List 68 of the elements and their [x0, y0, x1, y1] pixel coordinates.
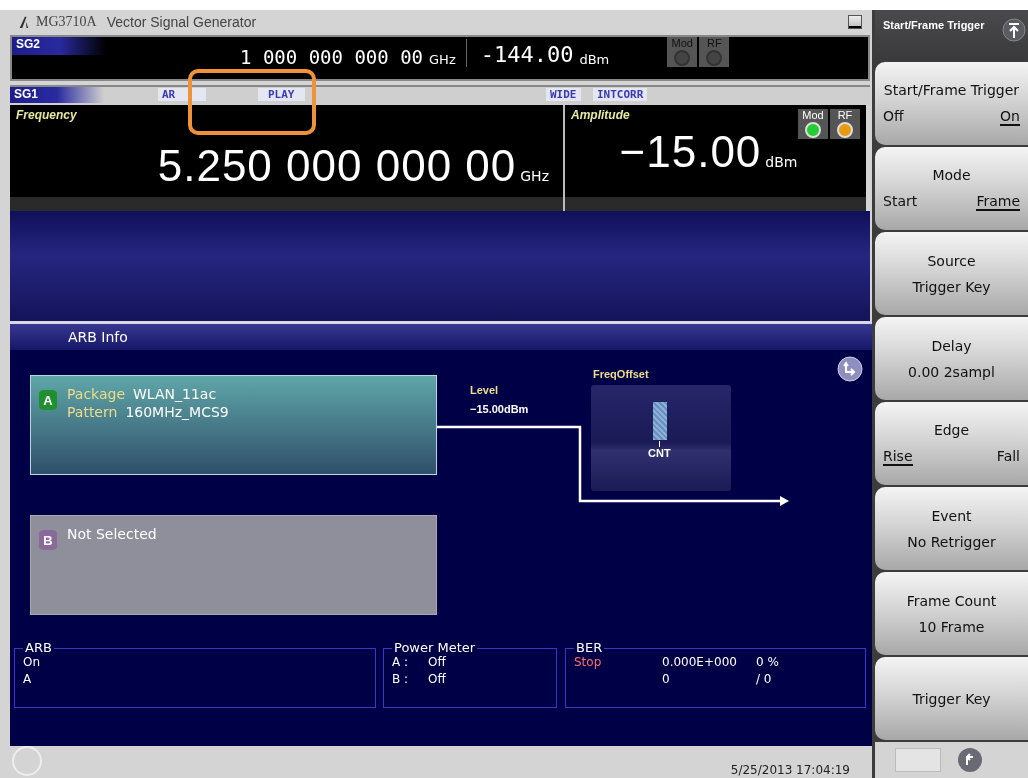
date-time: 5/25/2013 17:04:19	[730, 763, 850, 777]
softkey[interactable]: Frame Count 10 Frame	[875, 572, 1028, 655]
panel-label: Amplitude	[570, 106, 631, 124]
field-label: Package	[67, 386, 126, 402]
box-title: Power Meter	[392, 640, 478, 655]
marker-label: CNT	[648, 447, 671, 459]
summary-text: / 0	[756, 671, 772, 688]
top-icon[interactable]	[1002, 18, 1026, 42]
memory-card[interactable]: A Package WLAN_11ac Pattern 160MHz_MCS9	[30, 375, 437, 475]
field-value: WLAN_11ac	[133, 386, 217, 402]
summary-text: 0.000E+000	[662, 654, 738, 671]
busy-icon	[12, 746, 42, 776]
panel-label: Frequency	[15, 106, 78, 124]
summary-text: Stop	[574, 654, 603, 671]
logo-icon	[18, 15, 30, 30]
window-title: MG3710A	[36, 14, 97, 31]
softkey[interactable]: Delay 0.00 2sampl	[875, 317, 1028, 400]
indicator: RF	[699, 36, 730, 67]
menu-title: Start/Frame Trigger	[883, 19, 985, 31]
summary-text: B :	[392, 671, 410, 688]
freq-offset-label: FreqOffset	[593, 368, 649, 380]
indicator: RF	[830, 108, 860, 139]
summary-text: A	[23, 671, 32, 688]
softkey[interactable]: Mode Start Frame	[875, 147, 1028, 230]
softkey[interactable]: Trigger Key	[875, 657, 1028, 740]
box-title: ARB	[23, 640, 54, 655]
amplitude-unit: dBm	[579, 52, 610, 68]
frequency-value: 5.250 000 000 00	[157, 140, 517, 191]
level-label: Level	[470, 384, 499, 396]
frequency-unit: GHz	[429, 52, 456, 68]
amplitude-value: -144.00	[480, 42, 574, 68]
back-icon[interactable]	[957, 747, 983, 773]
field-label: Pattern	[67, 404, 118, 420]
memory-icon: A	[39, 390, 57, 410]
input-field[interactable]	[895, 748, 941, 772]
channel-label: SG2	[12, 36, 106, 55]
softkey[interactable]: Start/Frame Trigger Off On	[875, 62, 1028, 145]
summary-text: 0	[662, 671, 671, 688]
status-tag: WIDE	[546, 88, 581, 102]
amplitude-value: −15.00	[619, 126, 762, 177]
status-tag: INTCORR	[593, 88, 648, 102]
indicator: Mod	[667, 36, 698, 67]
softkey[interactable]: Source Trigger Key	[875, 232, 1028, 315]
memory-card[interactable]: B Not Selected	[30, 515, 437, 615]
minimize-button[interactable]	[848, 15, 862, 30]
status-tag: PLAY	[258, 88, 305, 102]
softkey[interactable]: Edge Rise Fall	[875, 402, 1028, 485]
indicator: Mod	[798, 108, 828, 139]
field-value: 160MHz_MCS9	[125, 404, 229, 420]
window-subtitle: Vector Signal Generator	[106, 14, 257, 31]
summary-text: Off	[428, 654, 446, 671]
status-tag: AR	[158, 88, 206, 102]
box-title: BER	[574, 640, 605, 655]
channel-label: SG1	[10, 87, 104, 104]
summary-text: Off	[428, 671, 446, 688]
memory-icon: B	[39, 530, 57, 550]
level-value: −15.00dBm	[470, 403, 529, 415]
offset-bar	[653, 402, 667, 440]
frequency-value: 1 000 000 000 00	[240, 48, 424, 68]
amplitude-unit: dBm	[765, 154, 798, 169]
return-icon[interactable]	[837, 356, 863, 382]
frequency-unit: GHz	[520, 168, 549, 183]
softkey[interactable]: Event No Retrigger	[875, 487, 1028, 570]
card-text: Not Selected	[67, 526, 157, 542]
summary-text: On	[23, 654, 41, 671]
section-title: ARB Info	[68, 329, 128, 346]
summary-text: A :	[392, 654, 410, 671]
summary-text: 0 %	[756, 654, 779, 671]
